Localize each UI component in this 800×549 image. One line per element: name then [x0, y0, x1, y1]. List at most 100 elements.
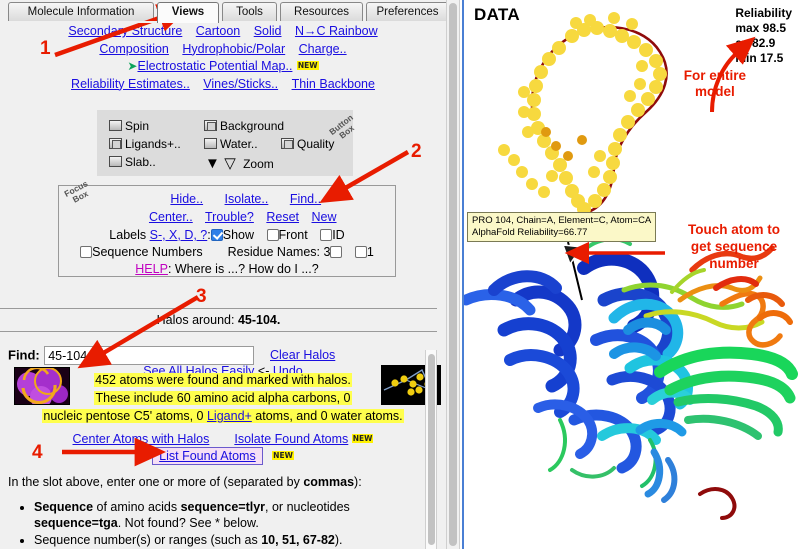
find-label: Find: [8, 347, 40, 363]
toggle-water[interactable]: Water.. [204, 137, 258, 151]
link-center[interactable]: Center.. [149, 210, 193, 224]
link-label-modes[interactable]: S-, X, D, ? [150, 228, 208, 242]
find-input[interactable] [44, 346, 255, 365]
annotation-number-3: 3 [196, 286, 207, 307]
views-link-group: Secondary Structure Cartoon Solid N→C Ra… [0, 23, 446, 93]
tab-views[interactable]: Views [157, 2, 219, 23]
zoom-in-arrow-icon[interactable]: ▼ [205, 155, 220, 172]
reliability-av: av 82.9 [735, 36, 776, 50]
atom-tooltip: PRO 104, Chain=A, Element=C, Atom=CA Alp… [467, 212, 657, 242]
page-scrollbar-thumb[interactable] [449, 3, 457, 546]
focus-row-2: Center.. Trouble? Reset New [59, 210, 395, 224]
results-line-2: These include 60 amino acid alpha carbon… [94, 391, 352, 405]
views-row-2: Composition Hydrophobic/Polar Charge.. [0, 41, 446, 57]
ligands-button-icon [109, 138, 122, 149]
toggle-label: Background [220, 119, 285, 133]
toggle-spin[interactable]: Spin [109, 119, 149, 133]
link-cartoon[interactable]: Cartoon [196, 24, 240, 38]
molecule-3d-render[interactable] [464, 0, 800, 549]
focus-box: Focus Box Hide.. Isolate.. Find.. Center… [58, 178, 396, 277]
reliability-title: Reliability [735, 6, 792, 20]
divider-top [0, 308, 437, 309]
link-thin-backbone[interactable]: Thin Backbone [292, 77, 375, 91]
annotation-number-4: 4 [32, 442, 43, 463]
link-composition[interactable]: Composition [99, 42, 168, 56]
tab-bar: Molecule Information Views Tools Resourc… [0, 0, 446, 23]
link-help[interactable]: HELP [135, 262, 168, 276]
checkbox-residue-names-1[interactable] [354, 246, 367, 258]
link-center-atoms-with-halos[interactable]: Center Atoms with Halos [73, 432, 210, 446]
toggle-label: Water.. [220, 137, 258, 151]
list-found-atoms-button[interactable]: List Found Atoms [152, 447, 263, 465]
reliability-max: max 98.5 [735, 21, 787, 35]
link-hide[interactable]: Hide.. [170, 192, 203, 206]
divider-bottom [0, 331, 437, 332]
spin-button-icon [109, 120, 122, 131]
link-vines-sticks[interactable]: Vines/Sticks.. [203, 77, 278, 91]
link-charge[interactable]: Charge.. [299, 42, 347, 56]
toggle-label: Ligands+.. [125, 137, 181, 151]
link-solid[interactable]: Solid [254, 24, 282, 38]
focus-row-sequence: Sequence Numbers Residue Names: 3 1 [59, 245, 395, 259]
checkbox-id[interactable] [320, 229, 333, 241]
link-hydrophobic-polar[interactable]: Hydrophobic/Polar [182, 42, 285, 56]
link-clear-halos[interactable]: Clear Halos [270, 348, 335, 362]
link-reset[interactable]: Reset [266, 210, 299, 224]
tab-label: Molecule Information [27, 6, 135, 18]
instructions-list: Sequence of amino acids sequence=tlyr, o… [34, 499, 428, 548]
link-ligand-plus[interactable]: Ligand+ [207, 409, 252, 423]
list-found-atoms-label[interactable]: List Found Atoms [159, 449, 256, 463]
toggle-slab[interactable]: Slab.. [109, 155, 156, 169]
link-reliability-estimates[interactable]: Reliability Estimates.. [71, 77, 190, 91]
zoom-out-arrow-icon[interactable]: ▽ [224, 155, 236, 172]
new-badge: NEW [272, 451, 294, 460]
tab-preferences[interactable]: Preferences [366, 2, 446, 22]
help-text: : Where is ...? How do I ...? [167, 262, 319, 276]
toggle-background[interactable]: Background [204, 119, 284, 133]
tab-resources[interactable]: Resources [280, 2, 363, 22]
link-new[interactable]: New [312, 210, 337, 224]
link-secondary-structure[interactable]: Secondary Structure [68, 24, 182, 38]
checkbox-residue-names-3[interactable] [330, 246, 343, 258]
checkbox-front[interactable] [266, 229, 279, 241]
toggle-ligands[interactable]: Ligands+.. [109, 137, 181, 151]
zoom-controls[interactable]: ▼ ▽ Zoom [205, 154, 274, 172]
halos-value: 45-104. [237, 313, 281, 327]
link-nc-rainbow[interactable]: N→C Rainbow [295, 24, 378, 38]
control-panel: Molecule Information Views Tools Resourc… [0, 0, 446, 549]
found-atoms-actions: Center Atoms with Halos Isolate Found At… [0, 432, 446, 446]
checkbox-show[interactable] [210, 229, 223, 241]
focus-row-help: HELP: Where is ...? How do I ...? [59, 262, 395, 276]
find-results: 452 atoms were found and marked with hal… [0, 371, 446, 425]
link-trouble[interactable]: Trouble? [205, 210, 254, 224]
checkbox-sequence-numbers[interactable] [80, 246, 93, 258]
quality-button-icon [281, 138, 294, 149]
find-row: Find: Clear Halos [8, 346, 335, 365]
link-find[interactable]: Find.. [290, 192, 321, 206]
new-badge: NEW [296, 61, 319, 70]
results-line-1: 452 atoms were found and marked with hal… [94, 373, 352, 387]
data-panel-title: DATA [474, 5, 520, 24]
instructions-bullet-sequence: Sequence of amino acids sequence=tlyr, o… [34, 499, 428, 531]
application-window: Molecule Information Views Tools Resourc… [0, 0, 800, 549]
for-entire-model-note: For entire model [683, 68, 746, 99]
halos-status-bar: Halos around: 45-104. [0, 310, 437, 330]
link-isolate[interactable]: Isolate.. [225, 192, 269, 206]
instructions-intro: In the slot above, enter one or more of … [8, 475, 362, 489]
toggle-quality[interactable]: Quality [281, 137, 334, 151]
molecule-viewer[interactable]: DATA Reliability max 98.5 av 82.9 min 17… [462, 0, 800, 549]
link-electrostatic-potential-map[interactable]: Electrostatic Potential Map.. [137, 59, 292, 73]
button-box: Button Box Spin Ligands+.. Slab.. Backgro… [97, 110, 356, 176]
focus-row-labels: Labels S-, X, D, ?: Show Front ID [59, 228, 395, 242]
active-tab-underlap [0, 21, 446, 23]
tab-molecule-information[interactable]: Molecule Information [8, 2, 154, 22]
tab-label: Preferences [376, 6, 439, 18]
inner-scrollbar-thumb[interactable] [428, 354, 435, 545]
water-button-icon [204, 138, 217, 149]
tab-tools[interactable]: Tools [222, 2, 277, 22]
tab-label: Views [171, 6, 205, 18]
checkbox-sequence-numbers-label: Sequence Numbers [92, 245, 203, 259]
checkbox-show-label: Show [222, 228, 255, 242]
instructions-bullet-numbers: Sequence number(s) or ranges (such as 10… [34, 532, 428, 548]
link-isolate-found-atoms[interactable]: Isolate Found Atoms [234, 432, 348, 446]
